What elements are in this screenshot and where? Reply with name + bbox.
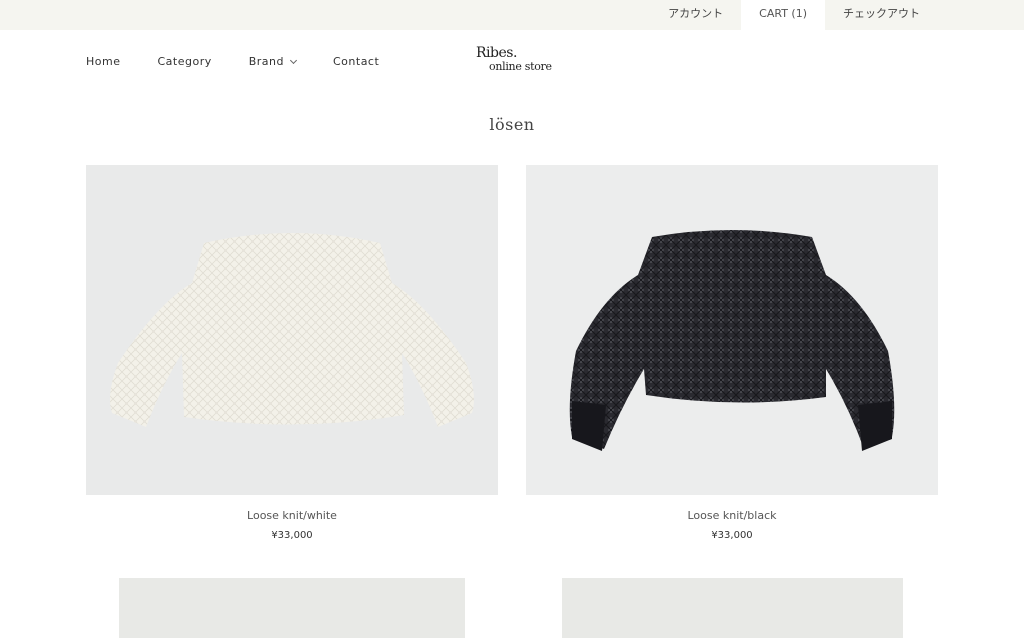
- nav-home[interactable]: Home: [86, 55, 120, 68]
- product-image-next[interactable]: [119, 578, 465, 638]
- knit-white-photo: [86, 165, 498, 495]
- page-title: lösen: [489, 115, 535, 134]
- logo-line-1: Ribes.: [476, 45, 517, 61]
- chevron-down-icon: [289, 56, 298, 64]
- utility-links: アカウント CART (1) チェックアウト: [650, 0, 938, 30]
- utility-bar: アカウント CART (1) チェックアウト: [0, 0, 1024, 30]
- main-nav: Home Category Brand Contact: [86, 55, 416, 68]
- product-price: ¥33,000: [271, 530, 313, 541]
- product-card: Loose knit/black ¥33,000: [526, 165, 938, 541]
- checkout-link[interactable]: チェックアウト: [825, 0, 938, 30]
- product-name[interactable]: Loose knit/black: [526, 509, 938, 522]
- nav-contact[interactable]: Contact: [333, 55, 379, 68]
- store-logo[interactable]: Ribes. online store: [476, 45, 556, 77]
- nav-category[interactable]: Category: [157, 55, 211, 68]
- nav-brand-label: Brand: [248, 55, 284, 68]
- product-image[interactable]: [526, 165, 938, 495]
- product-card: Loose knit/white ¥33,000: [86, 165, 498, 541]
- cart-link[interactable]: CART (1): [741, 0, 825, 30]
- account-link[interactable]: アカウント: [650, 0, 741, 30]
- product-name[interactable]: Loose knit/white: [86, 509, 498, 522]
- product-image[interactable]: [86, 165, 498, 495]
- logo-line-2: online store: [489, 60, 552, 73]
- knit-black-photo: [526, 165, 938, 495]
- product-price: ¥33,000: [711, 530, 753, 541]
- product-image-next[interactable]: [562, 578, 903, 638]
- nav-brand[interactable]: Brand: [248, 55, 298, 68]
